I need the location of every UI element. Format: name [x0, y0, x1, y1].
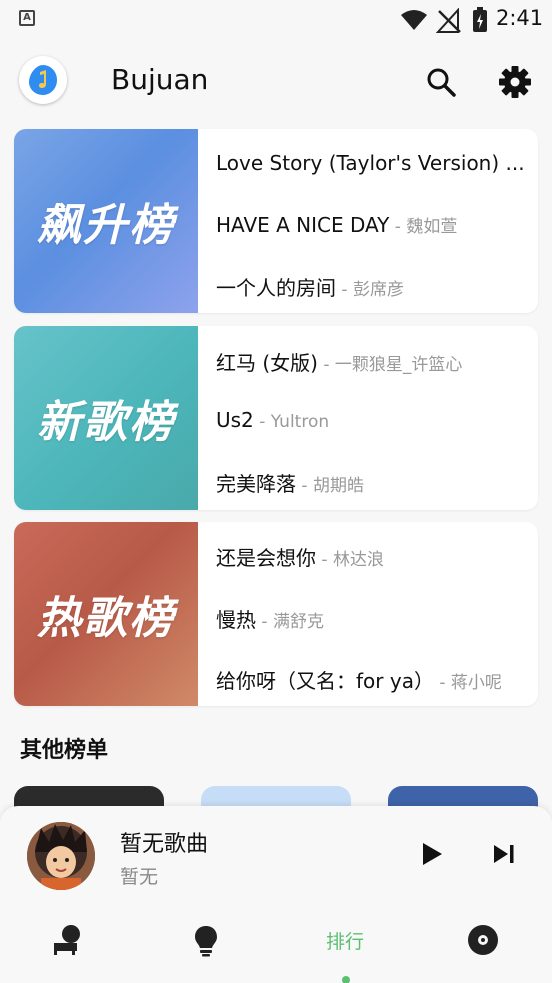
track-title: 给你呀（又名：for ya）: [216, 669, 434, 693]
list-item[interactable]: HAVE A NICE DAY - 魏如萱: [216, 212, 528, 237]
status-bar: A 2:41: [0, 0, 552, 40]
nav-item-personal[interactable]: [28, 920, 108, 960]
track-artist: - 一颗狼星_许篮心: [317, 355, 463, 375]
settings-icon: [499, 66, 531, 98]
section-title-other-charts: 其他榜单: [20, 738, 109, 763]
list-item[interactable]: Us2 - Yultron: [216, 408, 528, 432]
album-art[interactable]: [27, 822, 95, 890]
search-icon: [427, 68, 456, 97]
track-title: Us2: [216, 408, 254, 432]
track-title: 慢热: [216, 608, 256, 632]
album-art-image: [27, 822, 95, 890]
battery-charging-icon: [473, 7, 487, 32]
app-indicator-icon: A: [19, 10, 35, 26]
chart-cover-label: 飙升榜: [37, 200, 175, 251]
list-item[interactable]: 一个人的房间 - 彭席彦: [216, 272, 528, 301]
nav-item-ranking[interactable]: 排行: [305, 920, 385, 960]
chart-cover-hot[interactable]: 热歌榜: [14, 522, 198, 706]
track-title: 完美降落: [216, 472, 296, 496]
app-bar: Bujuan: [0, 48, 552, 112]
nav-item-discover[interactable]: [166, 920, 246, 960]
track-artist: - 满舒克: [256, 612, 324, 632]
list-item[interactable]: 给你呀（又名：for ya） - 蒋小呢: [216, 665, 528, 694]
track-artist: - 魏如萱: [389, 217, 458, 237]
wifi-icon: [401, 10, 427, 30]
next-button[interactable]: [486, 836, 522, 872]
list-item[interactable]: 还是会想你 - 林达浪: [216, 542, 528, 571]
chart-card-soaring[interactable]: 飙升榜 Love Story (Taylor's Version) ... HA…: [14, 129, 538, 313]
chart-cover-soaring[interactable]: 飙升榜: [14, 129, 198, 313]
track-artist: - 蒋小呢: [433, 673, 502, 693]
lightbulb-icon: [195, 926, 217, 957]
track-title: 红马 (女版): [216, 351, 318, 375]
person-icon: [54, 925, 80, 955]
nav-item-label: 排行: [325, 930, 364, 953]
app-logo[interactable]: [19, 56, 67, 104]
track-title: HAVE A NICE DAY: [216, 213, 390, 237]
list-item[interactable]: 完美降落 - 胡期皓: [216, 468, 528, 497]
list-item[interactable]: 慢热 - 满舒克: [216, 604, 528, 633]
track-title: 一个人的房间: [216, 276, 336, 300]
chart-card-new[interactable]: 新歌榜 红马 (女版) - 一颗狼星_许篮心 Us2 - Yultron 完美降…: [14, 326, 538, 510]
play-icon: [423, 843, 442, 865]
player-song-artist: 暂无: [120, 866, 159, 888]
status-time: 2:41: [496, 6, 544, 30]
list-item[interactable]: Love Story (Taylor's Version) ...: [216, 151, 528, 175]
track-artist: - 胡期皓: [296, 476, 364, 496]
chart-cover-label: 新歌榜: [37, 397, 175, 448]
search-button[interactable]: [421, 62, 461, 102]
music-note-icon: [29, 65, 57, 95]
track-artist: - 林达浪: [316, 550, 384, 570]
list-item[interactable]: 红马 (女版) - 一颗狼星_许篮心: [216, 347, 528, 376]
track-artist: - Yultron: [253, 412, 330, 432]
disc-icon: [468, 925, 498, 955]
chart-cover-new[interactable]: 新歌榜: [14, 326, 198, 510]
active-nav-indicator: [342, 976, 350, 983]
chart-card-hot[interactable]: 热歌榜 还是会想你 - 林达浪 慢热 - 满舒克 给你呀（又名：for ya） …: [14, 522, 538, 706]
app-title: Bujuan: [111, 63, 209, 96]
skip-next-icon: [494, 845, 514, 863]
player-song-title: 暂无歌曲: [120, 832, 209, 857]
no-signal-icon: [436, 8, 461, 33]
play-button[interactable]: [414, 836, 450, 872]
settings-button[interactable]: [495, 62, 535, 102]
track-title: 还是会想你: [216, 546, 316, 570]
track-artist: - 彭席彦: [336, 280, 404, 300]
chart-cover-label: 热歌榜: [37, 593, 175, 644]
track-title: Love Story (Taylor's Version) ...: [216, 151, 525, 175]
app-screen: A 2:41 Bujuan 飙升榜 Love Story (Taylor's V…: [0, 0, 552, 983]
nav-item-album[interactable]: [443, 920, 523, 960]
